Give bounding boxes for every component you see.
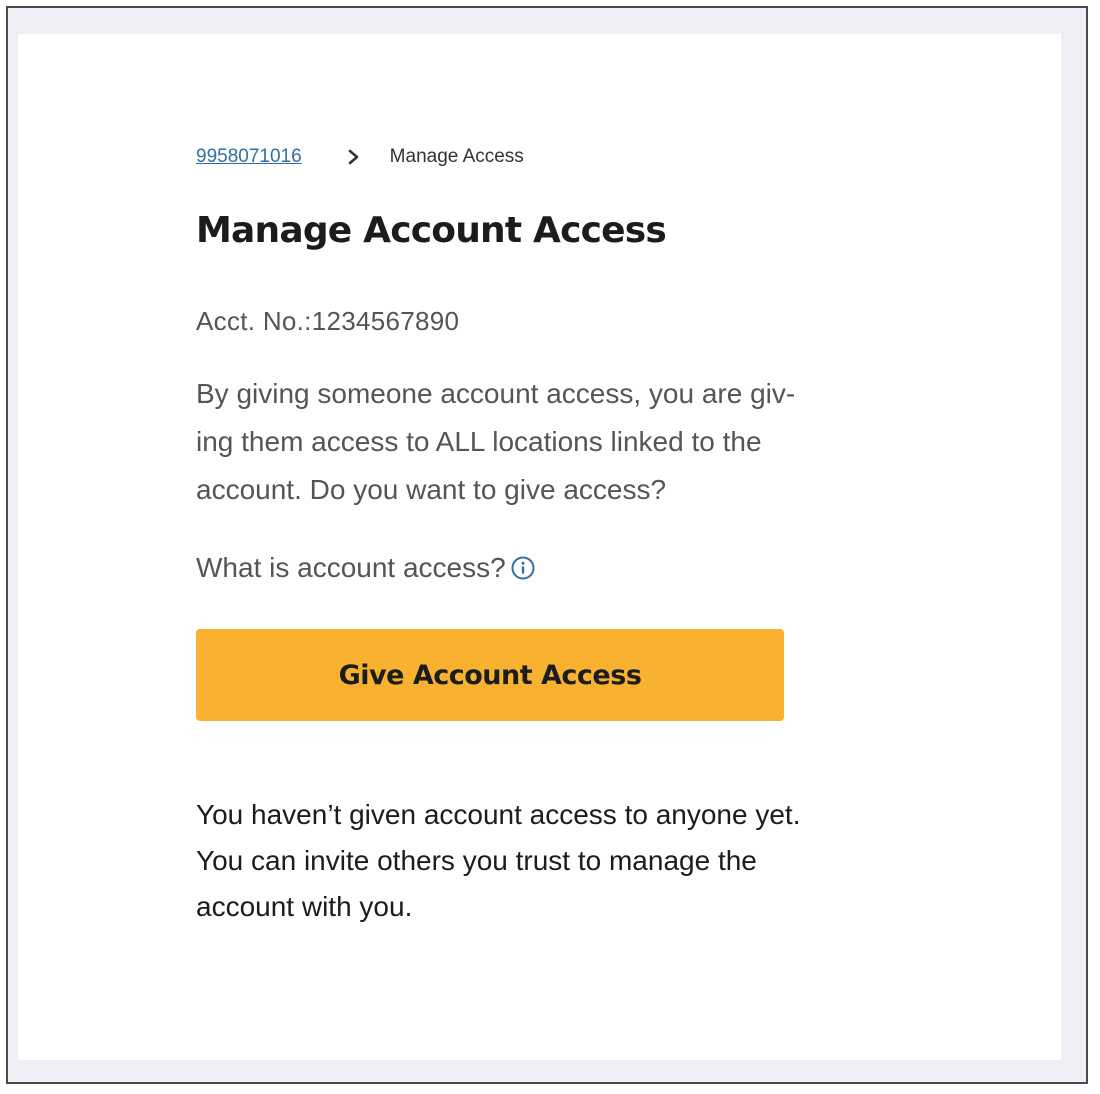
give-account-access-button[interactable]: Give Account Access	[196, 629, 784, 721]
breadcrumb-account-link[interactable]: 9958071016	[196, 146, 302, 168]
page-title: Manage Account Access	[196, 210, 667, 251]
message-line: You can invite others you trust to manag…	[196, 845, 757, 876]
manage-access-card: 9958071016 Manage Access Manage Account …	[18, 34, 1061, 1060]
breadcrumb: 9958071016 Manage Access	[196, 146, 524, 168]
what-is-label: What is account access?	[196, 552, 506, 583]
account-number: Acct. No.:1234567890	[196, 306, 460, 336]
info-circle-icon[interactable]	[510, 555, 536, 581]
access-warning-text: By giving someone account access, you ar…	[196, 370, 876, 514]
warning-line: account. Do you want to give access?	[196, 474, 667, 505]
no-access-message: You haven’t given account access to anyo…	[196, 792, 876, 930]
what-is-account-access-link[interactable]: What is account access?	[196, 552, 536, 584]
breadcrumb-current: Manage Access	[389, 146, 524, 167]
warning-line: By giving someone account access, you ar…	[196, 378, 796, 409]
chevron-right-icon	[346, 147, 362, 167]
screenshot-frame: 9958071016 Manage Access Manage Account …	[6, 6, 1088, 1084]
message-line: account with you.	[196, 891, 413, 922]
message-line: You haven’t given account access to anyo…	[196, 799, 801, 830]
warning-line: ing them access to ALL locations linked …	[196, 426, 762, 457]
